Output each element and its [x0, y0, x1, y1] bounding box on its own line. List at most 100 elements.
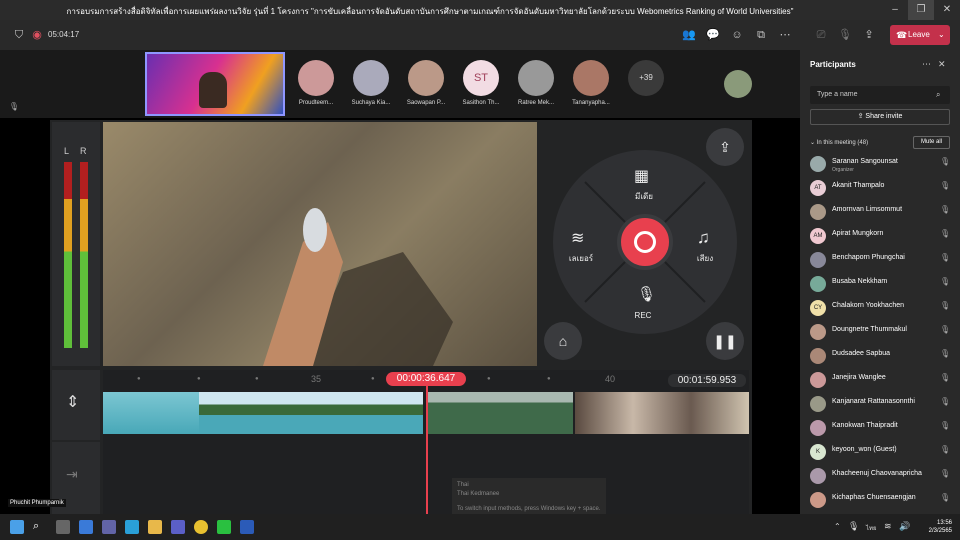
participants-icon[interactable]: 👥 — [680, 26, 698, 44]
search-input[interactable]: Type a name — [810, 86, 950, 104]
mic-off-icon: 🎙 — [940, 229, 951, 238]
chat-app-icon[interactable] — [102, 520, 116, 534]
in-meeting-section[interactable]: ⌄ In this meeting (48) — [810, 139, 868, 146]
calculator-icon[interactable] — [125, 520, 139, 534]
file-explorer-icon[interactable] — [148, 520, 162, 534]
participant-name: Kanokwan Thaipradit — [832, 422, 898, 429]
participant-tile[interactable]: ST Sasithon Th... — [453, 60, 509, 106]
reactions-icon[interactable]: ☺ — [728, 26, 746, 44]
participant-tile[interactable]: Tananyapha... — [563, 60, 619, 106]
participant-name: Suchaya Kia... — [351, 100, 391, 106]
chrome-icon[interactable] — [194, 520, 208, 534]
line-icon[interactable] — [217, 520, 231, 534]
mic-off-icon[interactable]: 🎙 — [848, 521, 859, 532]
mic-off-icon: 🎙 — [940, 301, 951, 310]
rec-label[interactable]: REC — [623, 311, 663, 320]
clip-thumbnail[interactable] — [427, 392, 573, 434]
participant-row[interactable]: AT Akanit Thampalo 🎙 — [810, 178, 955, 198]
participant-tile[interactable]: Saowapan P... — [398, 60, 454, 106]
record-button[interactable] — [617, 214, 673, 270]
close-icon[interactable]: ✕ — [938, 59, 946, 70]
media-icon[interactable]: ▦ — [634, 166, 649, 186]
teams-icon[interactable] — [171, 520, 185, 534]
participant-row[interactable]: Amornvan Limsommut 🎙 — [810, 202, 955, 222]
more-participants-button[interactable]: +39 — [628, 60, 664, 96]
avatar — [810, 156, 826, 172]
participant-row[interactable]: Khacheenuj Chaovanapricha 🎙 — [810, 466, 955, 486]
participant-tile[interactable]: Suchaya Kia... — [343, 60, 399, 106]
more-icon[interactable]: ⋯ — [776, 26, 794, 44]
participant-row[interactable]: Kanjanarat Rattanasonnthi 🎙 — [810, 394, 955, 414]
wifi-icon[interactable]: ≋ — [884, 521, 892, 532]
participant-name: Dudsadee Sapbua — [832, 350, 890, 357]
store-button[interactable]: ⌂ — [544, 322, 582, 360]
participant-row[interactable]: Busaba Nekkham 🎙 — [810, 274, 955, 294]
presenter-video-tile[interactable] — [145, 52, 285, 116]
widgets-icon[interactable] — [79, 520, 93, 534]
avatar-initials: K — [810, 444, 826, 460]
taskbar-clock[interactable]: 13:56 2/3/2565 — [918, 519, 952, 535]
clock-time: 13:56 — [936, 520, 952, 526]
participant-row[interactable]: Doungnetre Thummakul 🎙 — [810, 322, 955, 342]
camera-off-icon[interactable]: ⎚ — [812, 26, 830, 44]
participant-row[interactable]: K keyoon_won (Guest) 🎙 — [810, 442, 955, 462]
media-label[interactable]: มีเดีย — [624, 190, 664, 203]
participant-row[interactable]: Kichaphas Chuensaengjan 🎙 — [810, 490, 955, 510]
share-tray-icon[interactable]: ⇪ — [860, 26, 878, 44]
word-icon[interactable] — [240, 520, 254, 534]
mic-off-icon: 🎙 — [940, 445, 951, 454]
participant-row[interactable]: Saranan Sangounsat Organizer 🎙 — [810, 154, 955, 174]
mic-off-icon: 🎙 — [940, 253, 951, 262]
clip-thumbnail[interactable] — [199, 392, 423, 434]
participant-name: Benchaporn Phungchai — [832, 254, 905, 261]
restore-icon[interactable]: ❐ — [908, 0, 934, 20]
pause-button[interactable]: ❚❚ — [706, 322, 744, 360]
minimize-icon[interactable]: – — [882, 0, 908, 20]
mute-all-button[interactable]: Mute all — [913, 136, 950, 149]
search-icon[interactable]: ⌕ — [33, 520, 47, 534]
volume-icon[interactable]: 🔊 — [899, 521, 910, 532]
participant-row[interactable]: CY Chalakorn Yookhachen 🎙 — [810, 298, 955, 318]
participant-name: Janejira Wanglee — [832, 374, 886, 381]
leave-button[interactable]: ☎ Leave ⌄ — [890, 25, 950, 45]
clip-thumbnail[interactable] — [103, 392, 199, 434]
participant-name: Chalakorn Yookhachen — [832, 302, 905, 309]
start-icon[interactable] — [10, 520, 24, 534]
rooms-icon[interactable]: ⧉ — [752, 26, 770, 44]
layers-icon[interactable]: ≋ — [571, 228, 584, 248]
participant-tile[interactable]: Ratree Mek... — [508, 60, 564, 106]
chevron-down-icon[interactable]: ⌄ — [938, 25, 945, 45]
mic-off-icon: 🎙 — [940, 373, 951, 382]
timeline-tools-button[interactable]: ⇕ — [52, 370, 100, 440]
avatar — [810, 204, 826, 220]
layer-label[interactable]: เลเยอร์ — [561, 252, 601, 265]
participant-row[interactable]: Kanokwan Thaipradit 🎙 — [810, 418, 955, 438]
participant-name: Khacheenuj Chaovanapricha — [832, 470, 922, 477]
language-icon[interactable]: ไทย — [866, 523, 877, 533]
music-icon[interactable]: ♫ — [697, 228, 710, 248]
ime-line: Thai — [457, 482, 469, 488]
panel-more-icon[interactable]: ⋯ — [922, 59, 931, 70]
participant-row[interactable]: Janejira Wanglee 🎙 — [810, 370, 955, 390]
participant-tile[interactable]: Proudteem... — [288, 60, 344, 106]
clip-thumbnail[interactable] — [575, 392, 749, 434]
mic-off-icon: 🎙 — [8, 102, 20, 111]
task-view-icon[interactable] — [56, 520, 70, 534]
participant-row[interactable]: Dudsadee Sapbua 🎙 — [810, 346, 955, 366]
share-invite-button[interactable]: ⇪ Share invite — [810, 109, 950, 125]
close-window-icon[interactable]: ✕ — [934, 0, 960, 20]
microphone-icon[interactable]: 🎙 — [637, 285, 656, 303]
shield-icon: ⛉ — [14, 29, 24, 41]
avatar — [408, 60, 444, 96]
phone-icon: ☎ — [896, 30, 908, 40]
audio-label[interactable]: เสียง — [685, 252, 725, 265]
video-preview[interactable] — [103, 122, 537, 366]
playhead[interactable] — [426, 386, 428, 514]
participant-role: Organizer — [832, 167, 854, 173]
participant-row[interactable]: AM Apirat Mungkorn 🎙 — [810, 226, 955, 246]
mic-off-icon: 🎙 — [940, 493, 951, 502]
mic-off-icon[interactable]: 🎙 — [836, 26, 854, 44]
participant-row[interactable]: Benchaporn Phungchai 🎙 — [810, 250, 955, 270]
chat-icon[interactable]: 💬 — [704, 26, 722, 44]
chevron-up-icon[interactable]: ⌃ — [834, 522, 841, 531]
